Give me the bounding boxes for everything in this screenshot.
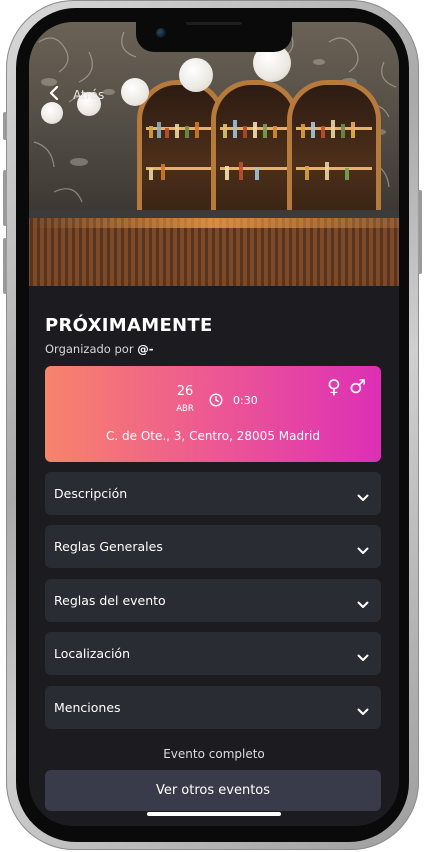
event-time: 0:30	[233, 394, 258, 407]
event-title: PRÓXIMAMENTE	[45, 315, 213, 336]
back-label: Atrás	[73, 87, 105, 102]
power-button	[418, 190, 422, 274]
event-status: Evento completo	[163, 747, 265, 761]
speaker	[186, 22, 242, 25]
event-date-month: ABR	[176, 404, 194, 414]
male-icon: ♂	[349, 376, 367, 398]
clock-icon	[209, 392, 223, 411]
organizer-prefix: Organizado por	[45, 342, 134, 356]
chevron-down-icon	[357, 540, 369, 559]
chevron-down-icon	[357, 647, 369, 666]
section-label: Reglas del evento	[54, 593, 166, 608]
event-date-day: 26	[176, 384, 194, 399]
section-descripcion[interactable]: Descripción	[45, 472, 381, 515]
front-camera	[156, 28, 166, 38]
venue-hero-image: Atrás	[29, 22, 399, 286]
event-address[interactable]: C. de Ote., 3, Centro, 28005 Madrid	[45, 429, 381, 443]
female-icon: ♀	[327, 376, 341, 398]
chevron-down-icon	[357, 487, 369, 506]
volume-up-button	[3, 170, 7, 226]
see-other-events-button[interactable]: Ver otros eventos	[45, 770, 381, 811]
section-label: Descripción	[54, 486, 128, 501]
section-label: Reglas Generales	[54, 539, 163, 554]
organizer-line: Organizado por @-	[45, 342, 153, 356]
mute-switch	[3, 112, 7, 140]
pendant-lamp	[41, 102, 63, 124]
section-label: Menciones	[54, 700, 121, 715]
notch	[136, 22, 292, 52]
event-details-card: 26 ABR 0:30 ♀ ♂ C. de Ote., 3, Centro, 2…	[45, 366, 381, 462]
chevron-down-icon	[357, 701, 369, 720]
chevron-down-icon	[357, 594, 369, 613]
organizer-handle[interactable]: @-	[137, 342, 153, 356]
section-label: Localización	[54, 646, 131, 661]
chevron-left-icon	[49, 85, 59, 104]
pendant-lamp	[179, 58, 213, 92]
pendant-lamp	[121, 78, 149, 106]
app-screen: Atrás PRÓXIMAMENTE Organizado por @- 26 …	[29, 22, 399, 826]
counter-light	[29, 218, 399, 228]
back-button[interactable]: Atrás	[49, 85, 104, 104]
home-indicator[interactable]	[147, 812, 281, 816]
section-menciones[interactable]: Menciones	[45, 686, 381, 729]
section-reglas-generales[interactable]: Reglas Generales	[45, 525, 381, 568]
section-localizacion[interactable]: Localización	[45, 632, 381, 675]
section-reglas-del-evento[interactable]: Reglas del evento	[45, 579, 381, 622]
volume-down-button	[3, 238, 7, 294]
